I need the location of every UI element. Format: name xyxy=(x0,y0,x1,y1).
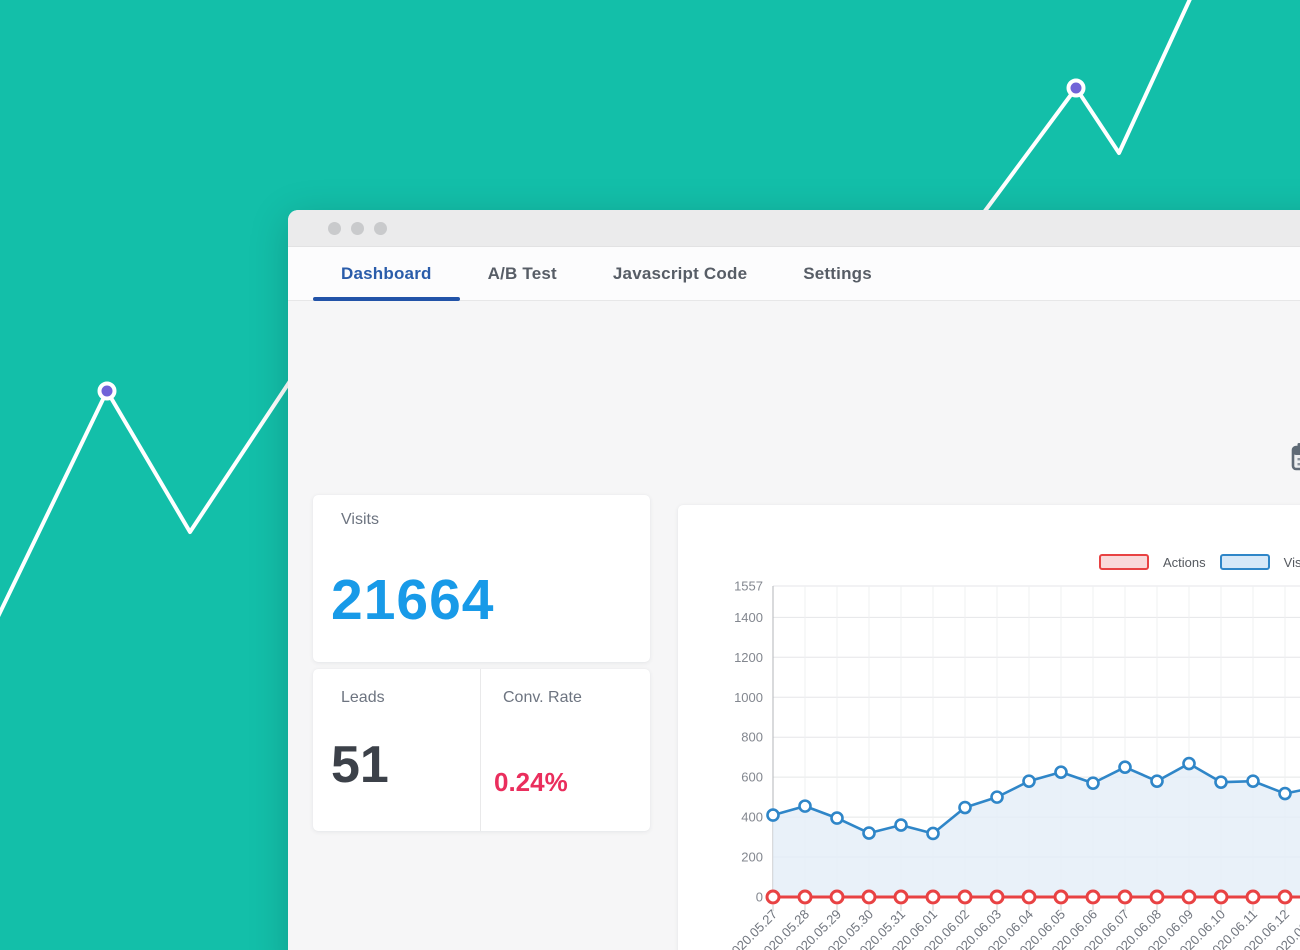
window-control-dot[interactable] xyxy=(351,221,364,235)
leads-conversion-card: Leads 51 Conv. Rate 0.24% xyxy=(313,669,650,831)
actions-data-point[interactable] xyxy=(1053,889,1069,905)
trend-peak-dot-left xyxy=(97,381,117,401)
trend-peak-dot-right xyxy=(1066,78,1086,98)
visits-label: Visits xyxy=(341,511,379,528)
visits-data-point[interactable] xyxy=(1182,756,1196,771)
y-axis-tick-label: 800 xyxy=(741,730,763,745)
visits-data-point[interactable] xyxy=(1118,760,1132,774)
screen: { "colors": { "background_teal": "#13bfa… xyxy=(0,0,1300,950)
actions-data-point[interactable] xyxy=(829,889,845,905)
actions-data-point[interactable] xyxy=(1149,889,1165,905)
y-axis-tick-label: 1000 xyxy=(734,690,763,705)
tab-javascript-code[interactable]: Javascript Code xyxy=(585,247,775,300)
visits-data-point[interactable] xyxy=(1022,774,1036,788)
y-axis-tick-label: 600 xyxy=(741,770,763,785)
visits-data-point[interactable] xyxy=(894,818,908,832)
traffic-chart-card: 0 200 400 600 800 1000 1200 1400 1557 2020.05.27 2… xyxy=(678,505,1300,950)
actions-data-point[interactable] xyxy=(1085,889,1101,905)
y-axis-tick-label: 200 xyxy=(741,850,763,865)
visits-value: 21664 xyxy=(331,568,495,632)
actions-legend-swatch xyxy=(1099,554,1149,570)
y-axis-tick-label: 1200 xyxy=(734,650,763,665)
visits-legend-label: Visits xyxy=(1283,554,1300,570)
actions-data-point[interactable] xyxy=(797,889,813,905)
visits-data-point[interactable] xyxy=(1054,765,1068,779)
visits-data-point[interactable] xyxy=(1086,776,1100,790)
actions-data-point[interactable] xyxy=(1245,889,1261,905)
actions-data-point[interactable] xyxy=(925,889,941,905)
actions-data-point[interactable] xyxy=(1277,889,1293,905)
actions-data-point[interactable] xyxy=(765,889,781,905)
visits-data-point[interactable] xyxy=(1278,786,1292,801)
y-axis-tick-label: 1400 xyxy=(734,610,763,625)
actions-data-point[interactable] xyxy=(989,889,1005,905)
window-control-dot[interactable] xyxy=(374,221,387,235)
visits-data-point[interactable] xyxy=(798,799,812,813)
y-axis-tick-label: 1557 xyxy=(734,579,763,594)
app-window: Dashboard A/B Test Javascript Code Setti… xyxy=(288,210,1300,950)
visits-data-point[interactable] xyxy=(862,826,876,840)
visits-data-point[interactable] xyxy=(1246,774,1260,788)
tab-bar: Dashboard A/B Test Javascript Code Setti… xyxy=(288,247,1300,301)
y-axis-tick-label: 400 xyxy=(741,810,763,825)
y-axis-tick-label: 0 xyxy=(756,890,763,905)
visits-data-point[interactable] xyxy=(1214,775,1228,789)
visits-data-point[interactable] xyxy=(766,808,780,822)
actions-data-point[interactable] xyxy=(893,889,909,905)
actions-data-point[interactable] xyxy=(1021,889,1037,905)
chart-legend: Actions Visits xyxy=(1099,554,1300,570)
visits-data-point[interactable] xyxy=(990,790,1004,804)
legend-item-actions[interactable]: Actions xyxy=(1099,554,1206,570)
tab-settings[interactable]: Settings xyxy=(775,247,900,300)
actions-data-point[interactable] xyxy=(1117,889,1133,905)
calendar-icon xyxy=(1291,443,1300,471)
window-control-dot[interactable] xyxy=(328,221,341,235)
legend-item-visits[interactable]: Visits xyxy=(1219,554,1300,570)
conv-rate-label: Conv. Rate xyxy=(503,689,582,706)
line-chart-canvas: 0 200 400 600 800 1000 1200 1400 1557 2020.05.27 2… xyxy=(678,505,1300,950)
actions-data-point[interactable] xyxy=(1213,889,1229,905)
background-zigzag-left xyxy=(0,361,304,618)
chart-svg: 020040060080010001200140015572020.05.272… xyxy=(723,579,1300,950)
tab-dashboard[interactable]: Dashboard xyxy=(313,247,460,301)
window-titlebar xyxy=(288,210,1300,247)
visits-data-point[interactable] xyxy=(1150,774,1164,788)
actions-legend-label: Actions xyxy=(1163,554,1206,570)
actions-data-point[interactable] xyxy=(1181,889,1197,905)
actions-data-point[interactable] xyxy=(957,889,973,905)
background-zigzag-right xyxy=(980,0,1192,217)
actions-data-point[interactable] xyxy=(861,889,877,905)
conv-rate-value: 0.24% xyxy=(494,767,568,797)
leads-value: 51 xyxy=(331,736,389,794)
date-range-button[interactable] xyxy=(1291,442,1300,472)
visits-data-point[interactable] xyxy=(958,800,972,815)
visits-card: Visits 21664 xyxy=(313,495,650,662)
visits-data-point[interactable] xyxy=(926,826,940,841)
leads-label: Leads xyxy=(341,689,385,706)
visits-data-point[interactable] xyxy=(830,811,844,825)
visits-legend-swatch xyxy=(1219,554,1270,570)
tab-ab-test[interactable]: A/B Test xyxy=(460,247,585,300)
dashboard-content: Visits 21664 Leads 51 Conv. Rate 0.24% 0… xyxy=(288,302,1300,950)
